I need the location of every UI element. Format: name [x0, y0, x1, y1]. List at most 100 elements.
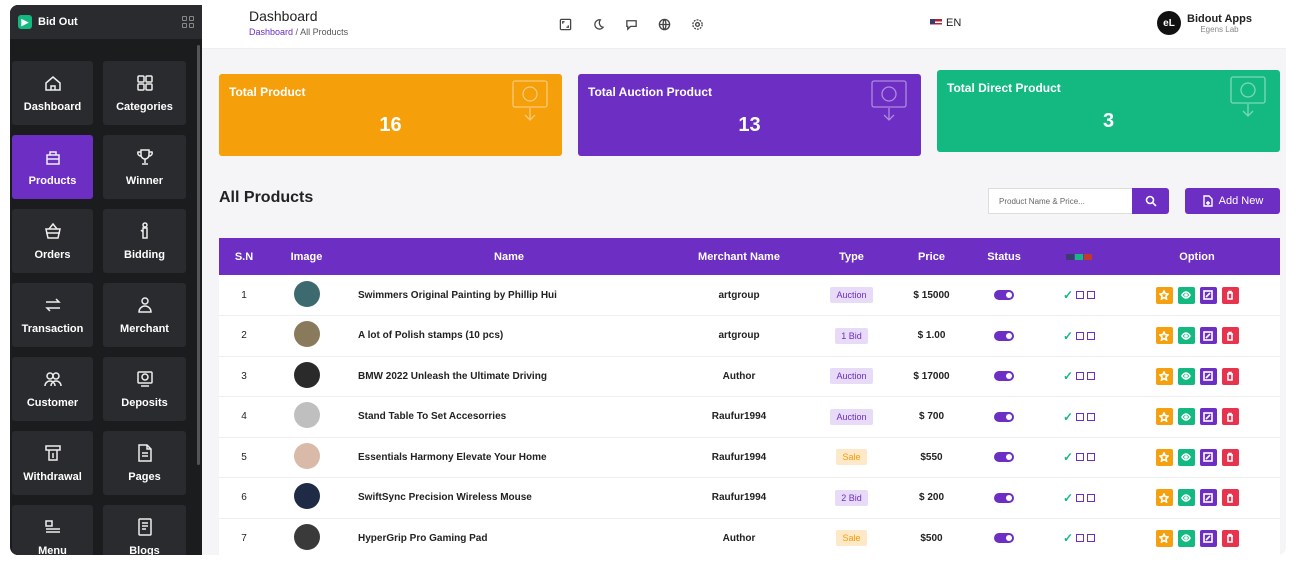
star-icon: [1159, 452, 1169, 463]
translate-edit-icon[interactable]: [1087, 372, 1096, 381]
sidebar-item-merchant[interactable]: Merchant: [103, 283, 186, 347]
search-button[interactable]: [1132, 188, 1169, 214]
cell-status: [964, 518, 1044, 555]
cell-name: Stand Table To Set Accesorries: [344, 396, 674, 438]
status-toggle[interactable]: [994, 330, 1014, 341]
view-button[interactable]: [1177, 367, 1195, 385]
edit-button[interactable]: [1199, 408, 1217, 426]
translate-edit-icon[interactable]: [1087, 331, 1096, 340]
view-button[interactable]: [1177, 286, 1195, 304]
delete-button[interactable]: [1221, 408, 1239, 426]
translate-edit-icon[interactable]: [1076, 412, 1085, 421]
trash-icon: [1227, 452, 1233, 463]
stat-title: Total Product: [229, 85, 306, 99]
view-button[interactable]: [1177, 489, 1195, 507]
language-selector[interactable]: EN: [930, 17, 961, 29]
view-button[interactable]: [1177, 448, 1195, 466]
cell-image: [269, 315, 344, 357]
delete-button[interactable]: [1221, 367, 1239, 385]
status-toggle[interactable]: [994, 533, 1014, 544]
status-toggle[interactable]: [994, 289, 1014, 300]
menu-icon: [44, 520, 60, 533]
sidebar-item-orders[interactable]: Orders: [12, 209, 93, 273]
translate-edit-icon[interactable]: [1076, 534, 1085, 543]
delete-button[interactable]: [1221, 327, 1239, 345]
sidebar-item-pages[interactable]: Pages: [103, 431, 186, 495]
sidebar-item-label: Deposits: [121, 397, 168, 409]
edit-button[interactable]: [1199, 367, 1217, 385]
sidebar-scrollbar[interactable]: [197, 45, 200, 465]
translate-edit-icon[interactable]: [1076, 331, 1085, 340]
menu-grid-icon[interactable]: [182, 16, 194, 28]
edit-button[interactable]: [1199, 489, 1217, 507]
translate-edit-icon[interactable]: [1087, 493, 1096, 502]
cell-sn: 2: [219, 315, 269, 357]
status-toggle[interactable]: [994, 411, 1014, 422]
app-logo[interactable]: ▶ Bid Out: [18, 15, 78, 29]
status-toggle[interactable]: [994, 371, 1014, 382]
cell-status: [964, 356, 1044, 397]
check-icon: ✓: [1062, 450, 1074, 465]
translate-edit-icon[interactable]: [1076, 493, 1085, 502]
cell-languages: ✓: [1044, 518, 1114, 555]
feature-button[interactable]: [1155, 489, 1173, 507]
add-new-button[interactable]: Add New: [1185, 188, 1280, 214]
translate-edit-icon[interactable]: [1076, 372, 1085, 381]
view-button[interactable]: [1177, 529, 1195, 547]
delete-button[interactable]: [1221, 286, 1239, 304]
view-button[interactable]: [1177, 327, 1195, 345]
translate-edit-icon[interactable]: [1087, 534, 1096, 543]
sidebar-item-label: Transaction: [21, 323, 84, 335]
status-toggle[interactable]: [994, 452, 1014, 463]
view-button[interactable]: [1177, 408, 1195, 426]
dark-mode-icon[interactable]: [591, 17, 605, 31]
feature-button[interactable]: [1155, 327, 1173, 345]
delete-button[interactable]: [1221, 529, 1239, 547]
feature-button[interactable]: [1155, 408, 1173, 426]
eye-icon: [1181, 453, 1191, 462]
cell-price: $ 15000: [899, 275, 964, 316]
sidebar-item-withdrawal[interactable]: Withdrawal: [12, 431, 93, 495]
edit-button[interactable]: [1199, 529, 1217, 547]
sidebar-item-dashboard[interactable]: Dashboard: [12, 61, 93, 125]
delete-button[interactable]: [1221, 489, 1239, 507]
sidebar-item-transaction[interactable]: Transaction: [12, 283, 93, 347]
user-menu[interactable]: eL Bidout Apps Egens Lab: [1157, 11, 1252, 35]
sidebar-item-products[interactable]: Products: [12, 135, 93, 199]
edit-button[interactable]: [1199, 327, 1217, 345]
sidebar-item-customer[interactable]: Customer: [12, 357, 93, 421]
cell-option: [1114, 315, 1280, 357]
col-name: Name: [494, 250, 524, 263]
sidebar-item-deposits[interactable]: Deposits: [103, 357, 186, 421]
cell-status: [964, 396, 1044, 438]
sidebar-item-bidding[interactable]: Bidding: [103, 209, 186, 273]
feature-button[interactable]: [1155, 286, 1173, 304]
globe-icon[interactable]: [657, 17, 671, 31]
money-icon: [512, 80, 548, 121]
status-toggle[interactable]: [994, 492, 1014, 503]
delete-button[interactable]: [1221, 448, 1239, 466]
translate-edit-icon[interactable]: [1087, 291, 1096, 299]
sidebar-item-blogs[interactable]: Blogs: [103, 505, 186, 555]
feature-button[interactable]: [1155, 448, 1173, 466]
translate-edit-icon[interactable]: [1076, 291, 1085, 299]
sidebar-item-winner[interactable]: Winner: [103, 135, 186, 199]
sidebar-item-categories[interactable]: Categories: [103, 61, 186, 125]
edit-button[interactable]: [1199, 286, 1217, 304]
search-input[interactable]: Product Name & Price...: [988, 188, 1133, 214]
chat-icon[interactable]: [624, 17, 638, 31]
feature-button[interactable]: [1155, 529, 1173, 547]
translate-edit-icon[interactable]: [1087, 453, 1096, 462]
translate-edit-icon[interactable]: [1076, 453, 1085, 462]
breadcrumb-home[interactable]: Dashboard: [249, 27, 293, 37]
cell-type: Auction: [804, 396, 899, 438]
cell-sn: 1: [219, 275, 269, 316]
translate-edit-icon[interactable]: [1087, 412, 1096, 421]
sidebar-item-menu[interactable]: Menu: [12, 505, 93, 555]
home-icon: [44, 76, 61, 91]
settings-icon[interactable]: [690, 17, 704, 31]
feature-button[interactable]: [1155, 367, 1173, 385]
sidebar-menu: Dashboard Categories Products Winner Orders B…: [12, 61, 188, 555]
edit-button[interactable]: [1199, 448, 1217, 466]
fullscreen-icon[interactable]: [558, 17, 572, 31]
